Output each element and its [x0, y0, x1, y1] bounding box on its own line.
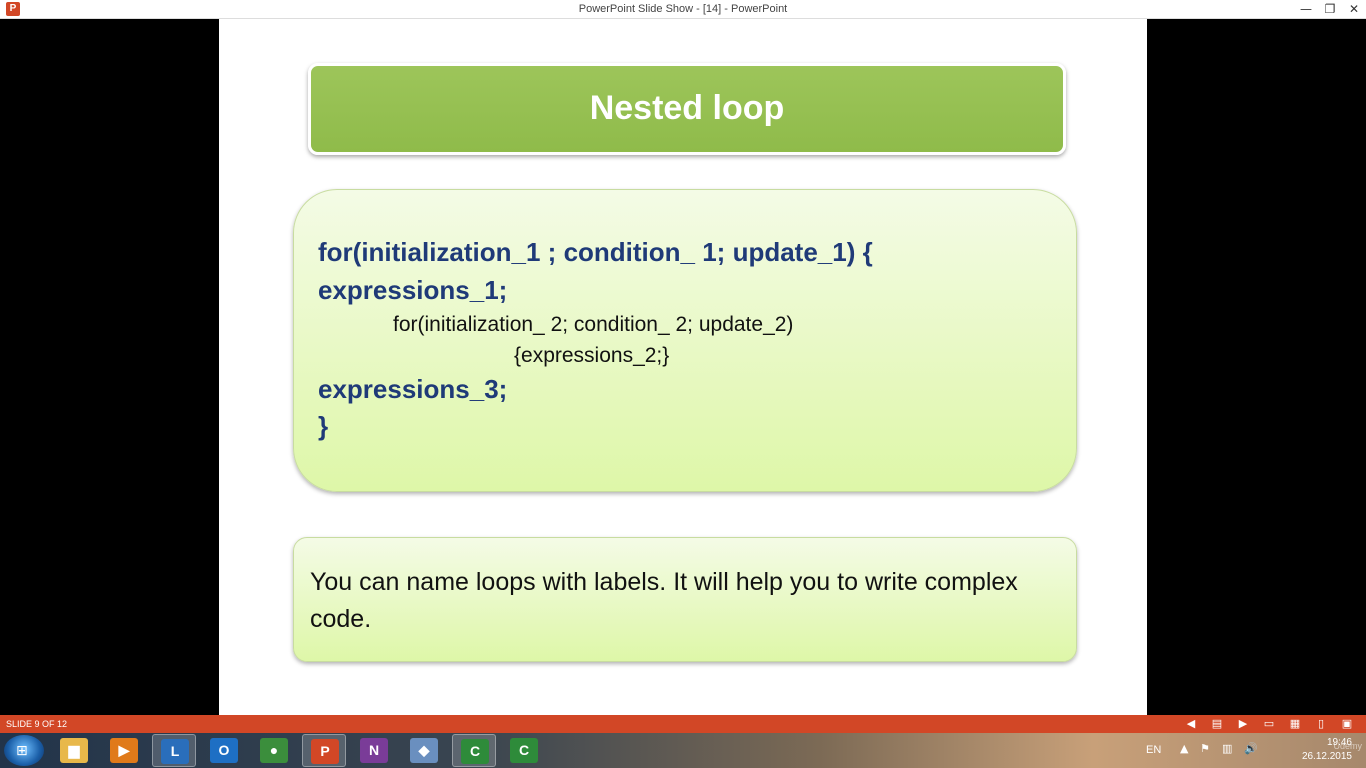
lync-icon: L: [161, 739, 189, 764]
slide-counter: SLIDE 9 OF 12: [6, 719, 68, 729]
minimize-icon[interactable]: —: [1294, 0, 1318, 18]
powerpoint-icon: P: [311, 739, 339, 764]
taskbar: ⊞ ▆ ▶ L O ● P N ◆ C C EN ▲ ⚑ ▥ 🔊 19:46 26.12.2015…: [0, 733, 1366, 768]
note-text: You can name loops with labels. It will …: [310, 568, 1018, 633]
window-title: PowerPoint Slide Show - [14] - PowerPoin…: [578, 3, 788, 15]
taskbar-button-folder[interactable]: ▆: [52, 734, 96, 767]
media-player-icon: ▶: [110, 738, 138, 763]
speaker-icon[interactable]: 🔊: [1244, 742, 1258, 756]
code-line-expressions-3: expressions_3;: [318, 374, 508, 404]
outlook-icon: O: [210, 738, 238, 763]
taskbar-apps: ▆ ▶ L O ● P N ◆ C C: [52, 734, 552, 767]
code-line-outer-for: for(initialization_1 ; condition_ 1; upd…: [318, 237, 873, 267]
taskbar-button-lync[interactable]: L: [152, 734, 196, 767]
normal-view-icon[interactable]: ▭: [1256, 715, 1282, 733]
taskbar-button-camtasia[interactable]: C: [452, 734, 496, 767]
box-app-icon: ◆: [410, 738, 438, 763]
taskbar-button-outlook[interactable]: O: [202, 734, 246, 767]
taskbar-button-onenote[interactable]: N: [352, 734, 396, 767]
folder-icon: ▆: [60, 738, 88, 763]
code-box: for(initialization_1 ; condition_ 1; upd…: [293, 189, 1077, 492]
code-line-inner-for: for(initialization_ 2; condition_ 2; upd…: [393, 313, 794, 336]
start-button[interactable]: ⊞: [4, 735, 44, 766]
flag-icon[interactable]: ⚑: [1200, 742, 1210, 756]
code-line-expressions-2: {expressions_2;}: [514, 344, 670, 367]
restore-icon[interactable]: ❐: [1318, 0, 1342, 18]
slide-grid-icon[interactable]: ▤: [1204, 715, 1230, 733]
slide-title: Nested loop: [589, 89, 785, 127]
window-controls: — ❐ ✕: [1294, 0, 1366, 18]
taskbar-button-chrome[interactable]: ●: [252, 734, 296, 767]
previous-icon[interactable]: ◀: [1178, 715, 1204, 733]
code-line-closing-brace: }: [318, 411, 329, 441]
network-icon[interactable]: ▥: [1222, 742, 1232, 756]
taskbar-button-powerpoint[interactable]: P: [302, 734, 346, 767]
taskbar-button-media-player[interactable]: ▶: [102, 734, 146, 767]
slideshow-status-bar: SLIDE 9 OF 12 ◀ ▤ ▶ ▭ ▦ ▯ ▣: [0, 715, 1366, 733]
slide[interactable]: Nested loop for(initialization_1 ; condi…: [219, 19, 1147, 715]
reading-view-icon[interactable]: ▯: [1308, 715, 1334, 733]
chrome-icon: ●: [260, 738, 288, 763]
camtasia-icon: C: [461, 739, 489, 764]
language-indicator[interactable]: EN: [1146, 743, 1161, 757]
slideshow-controls: ◀ ▤ ▶ ▭ ▦ ▯ ▣: [1178, 715, 1360, 733]
slideshow-icon[interactable]: ▣: [1334, 715, 1360, 733]
taskbar-button-box-app[interactable]: ◆: [402, 734, 446, 767]
taskbar-button-camtasia-recorder[interactable]: C: [502, 734, 546, 767]
windows-logo-icon: ⊞: [16, 743, 28, 759]
system-tray: EN ▲ ⚑ ▥ 🔊 19:46 26.12.2015 Udemy: [1136, 733, 1366, 768]
close-icon[interactable]: ✕: [1342, 0, 1366, 18]
onenote-icon: N: [360, 738, 388, 763]
slide-sorter-icon[interactable]: ▦: [1282, 715, 1308, 733]
next-icon[interactable]: ▶: [1230, 715, 1256, 733]
camtasia-recorder-icon: C: [510, 738, 538, 763]
slide-title-box: Nested loop: [308, 63, 1066, 155]
window-title-bar: P PowerPoint Slide Show - [14] - PowerPo…: [0, 0, 1366, 19]
udemy-watermark: Udemy: [1333, 741, 1362, 751]
clock-date[interactable]: 26.12.2015: [1302, 751, 1352, 763]
show-hidden-icon[interactable]: ▲: [1180, 742, 1188, 756]
code-line-expressions-1: expressions_1;: [318, 275, 508, 305]
note-box: You can name loops with labels. It will …: [293, 537, 1077, 662]
